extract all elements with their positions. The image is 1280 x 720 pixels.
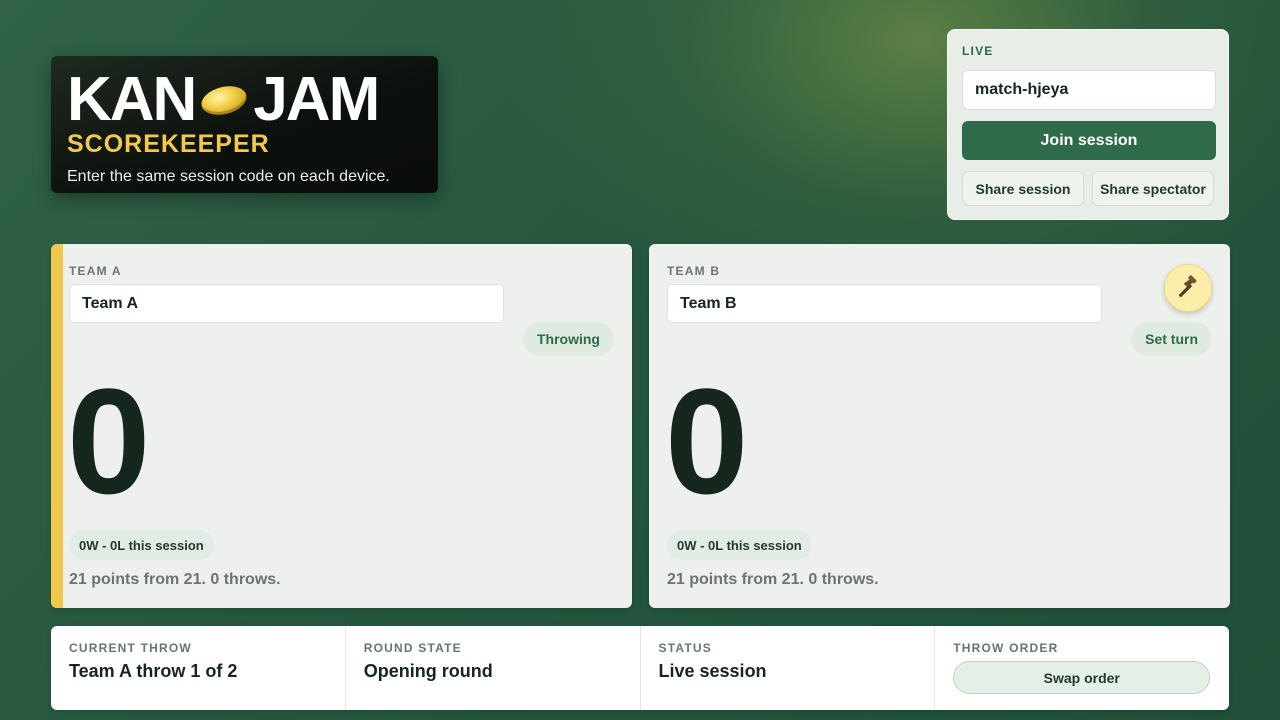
- hammer-icon: [1178, 275, 1197, 298]
- swap-order-button[interactable]: Swap order: [953, 661, 1211, 694]
- team-a-label: TEAM A: [69, 264, 122, 278]
- status-label: STATUS: [658, 641, 712, 655]
- set-turn-button[interactable]: Set turn: [1131, 322, 1212, 356]
- team-b-label: TEAM B: [667, 264, 721, 278]
- throw-order-cell: THROW ORDER Swap order: [935, 626, 1229, 710]
- team-a-name-input[interactable]: [69, 284, 504, 323]
- round-state-cell: ROUND STATE Opening round: [346, 626, 641, 710]
- team-a-card: TEAM A Throwing 0 0W - 0L this session 2…: [51, 244, 632, 608]
- team-b-card: TEAM B Set turn 0 0W - 0L this session 2…: [649, 244, 1230, 608]
- session-code-input[interactable]: [962, 70, 1216, 110]
- logo-description: Enter the same session code on each devi…: [67, 168, 390, 185]
- current-throw-value: Team A throw 1 of 2: [69, 661, 238, 681]
- status-bar: CURRENT THROW Team A throw 1 of 2 ROUND …: [51, 626, 1229, 710]
- frisbee-icon: [198, 81, 250, 119]
- team-b-points-text: 21 points from 21. 0 throws.: [667, 571, 879, 588]
- round-state-label: ROUND STATE: [363, 641, 462, 655]
- share-spectator-button[interactable]: Share spectator: [1092, 171, 1214, 206]
- team-b-name-input[interactable]: [667, 284, 1102, 323]
- join-session-button[interactable]: Join session: [962, 121, 1216, 160]
- team-a-record: 0W - 0L this session: [69, 530, 214, 560]
- hammer-button[interactable]: [1164, 264, 1212, 312]
- logo-title: KAN JAM: [67, 65, 422, 134]
- throw-order-label: THROW ORDER: [953, 641, 1059, 655]
- live-session-panel: LIVE Join session Share session Share sp…: [947, 29, 1229, 220]
- team-a-score: 0: [67, 357, 150, 525]
- active-team-indicator: [51, 244, 63, 608]
- logo-title-right: JAM: [253, 65, 380, 134]
- share-row: Share session Share spectator: [962, 171, 1214, 206]
- team-b-score: 0: [665, 357, 748, 525]
- team-a-points-text: 21 points from 21. 0 throws.: [69, 571, 281, 588]
- logo-title-left: KAN: [67, 65, 197, 134]
- current-throw-label: CURRENT THROW: [69, 641, 192, 655]
- status-value: Live session: [658, 661, 767, 681]
- logo-subtitle: SCOREKEEPER: [67, 130, 270, 158]
- team-b-record: 0W - 0L this session: [667, 530, 812, 560]
- logo-card: KAN JAM SCOREKEEPER Enter the same sessi…: [51, 56, 438, 193]
- round-state-value: Opening round: [363, 661, 493, 681]
- status-cell: STATUS Live session: [641, 626, 936, 710]
- live-label: LIVE: [962, 44, 994, 58]
- team-a-turn-badge: Throwing: [523, 322, 614, 356]
- share-session-button[interactable]: Share session: [962, 171, 1084, 206]
- current-throw-cell: CURRENT THROW Team A throw 1 of 2: [51, 626, 346, 710]
